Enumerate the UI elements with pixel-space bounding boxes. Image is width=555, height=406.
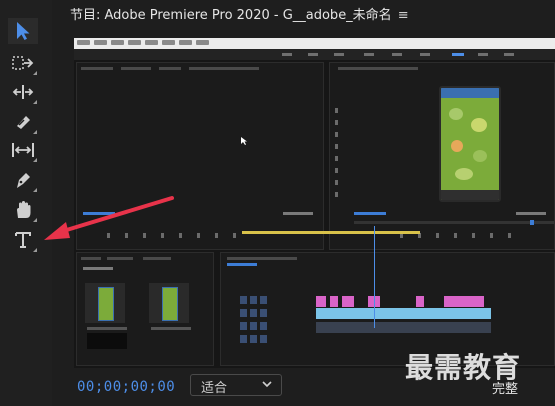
chevron-down-icon <box>262 381 272 388</box>
resolution-complete-label[interactable]: 完整 <box>492 378 518 397</box>
zoom-fit-select[interactable]: 适合 <box>190 374 282 396</box>
premiere-window: 节目: Adobe Premiere Pro 2020 - G__adobe_未… <box>0 0 555 406</box>
mouse-pointer-icon <box>241 137 247 145</box>
zoom-fit-value: 适合 <box>201 381 228 396</box>
playhead-timecode[interactable]: 00;00;00;00 <box>77 379 175 395</box>
